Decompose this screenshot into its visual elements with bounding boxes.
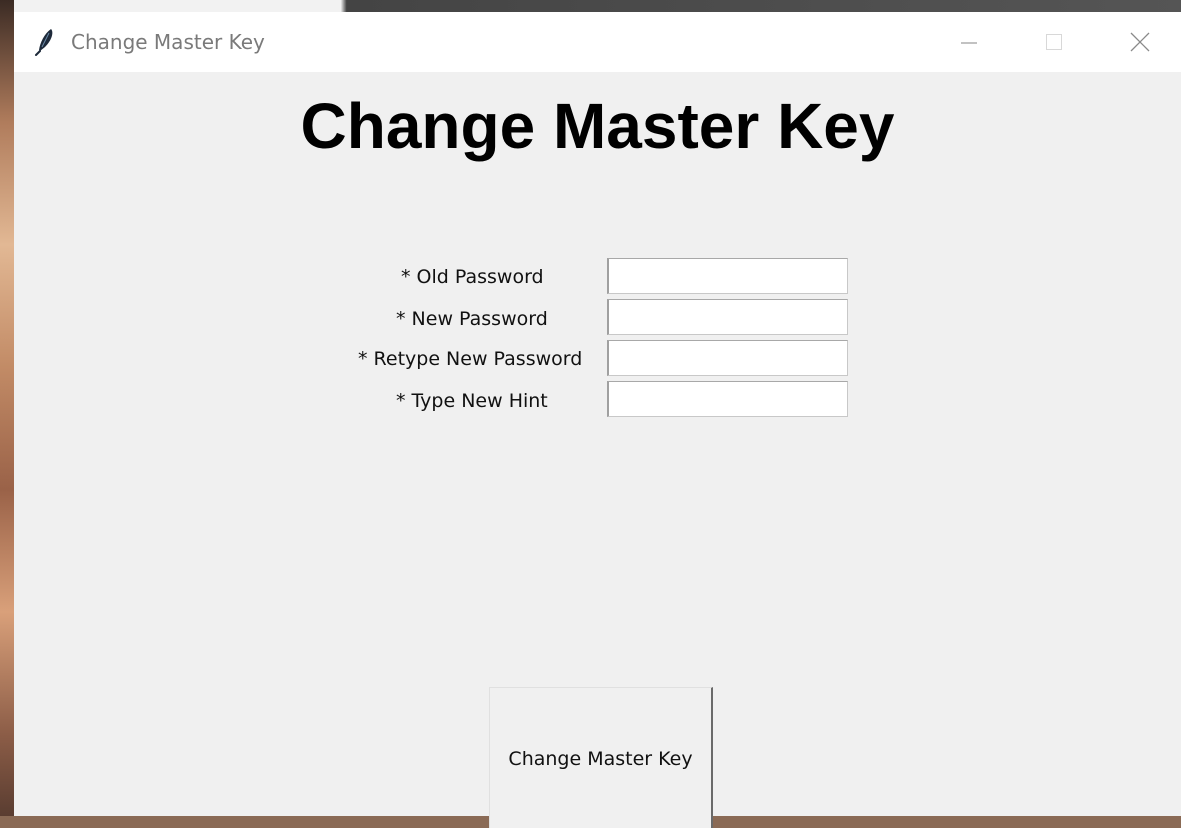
retype-password-label: * Retype New Password — [358, 348, 583, 370]
feather-icon — [34, 28, 56, 56]
maximize-button[interactable] — [1024, 12, 1084, 72]
new-password-input[interactable] — [607, 299, 848, 335]
close-icon — [1130, 32, 1150, 52]
change-master-key-button[interactable]: Change Master Key — [489, 687, 713, 828]
title-bar[interactable]: Change Master Key — [14, 12, 1181, 72]
old-password-label: * Old Password — [401, 266, 544, 288]
new-hint-input[interactable] — [607, 381, 848, 417]
minimize-button[interactable] — [939, 12, 999, 72]
close-button[interactable] — [1110, 12, 1170, 72]
page-title: Change Master Key — [300, 90, 895, 162]
retype-password-input[interactable] — [607, 340, 848, 376]
old-password-input[interactable] — [607, 258, 848, 294]
maximize-icon — [1046, 34, 1062, 50]
desktop-background-top — [14, 0, 1181, 12]
desktop-background-left — [0, 0, 14, 816]
window-title: Change Master Key — [71, 30, 265, 54]
new-password-label: * New Password — [396, 308, 548, 330]
app-window: Change Master Key Change Master Key * Ol… — [14, 12, 1181, 828]
minimize-icon — [961, 42, 977, 44]
new-hint-label: * Type New Hint — [396, 390, 548, 412]
